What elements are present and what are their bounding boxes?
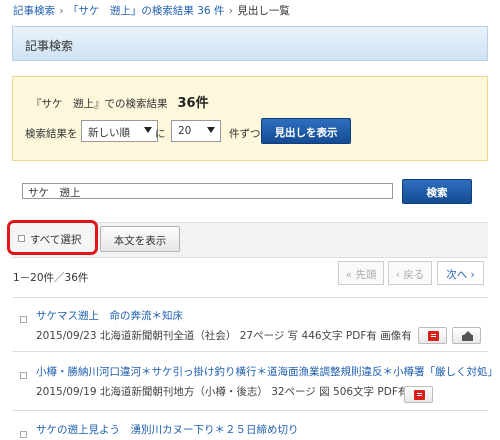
result-count: 36件 (177, 96, 209, 111)
select-all-checkbox[interactable] (18, 235, 25, 242)
divider (12, 297, 488, 298)
show-text-button[interactable]: 本文を表示 (100, 226, 180, 252)
result-range: 1－20件／36件 (13, 272, 89, 284)
article-checkbox[interactable] (20, 316, 27, 323)
pager-first-button[interactable]: « 先頭 (338, 261, 384, 285)
breadcrumb-separator: › (59, 5, 64, 17)
search-button[interactable]: 検索 (402, 179, 472, 204)
image-icon (462, 331, 473, 341)
result-summary-box: 『サケ 遡上』での検索結果 36件 検索結果を 新しい順 に 20 件ずつ 見出し… (12, 76, 488, 161)
breadcrumb: 記事検索 › 「サケ 遡上」の検索結果 36 件 › 見出し一覧 (13, 3, 290, 17)
pdf-icon (428, 331, 439, 341)
pdf-button[interactable] (418, 327, 447, 344)
query-label: 『サケ 遡上』での検索結果 (31, 98, 168, 110)
select-all-label: すべて選択 (30, 234, 82, 246)
article-title-link[interactable]: 小樽・勝納川河口違河＊サケ引っ掛け釣り横行＊道海面漁業調整規則違反＊小樽署「厳し… (36, 364, 498, 379)
article-meta: 2015/09/23 北海道新聞朝刊全道（社会） 27ページ 写 446文字 P… (36, 330, 412, 342)
pager-prev-button[interactable]: ‹ 戻る (388, 261, 432, 285)
image-button[interactable] (452, 327, 481, 344)
section-header: 記事検索 (12, 26, 488, 61)
sort-order-value: 新しい順 (88, 127, 130, 139)
divider (12, 351, 488, 352)
per-page-select[interactable]: 20 (171, 120, 221, 142)
sort-order-select[interactable]: 新しい順 (81, 120, 158, 142)
article-title-link[interactable]: サケマス遡上 命の奔流＊知床 (36, 308, 183, 323)
article-meta: 2015/09/19 北海道新聞朝刊地方（小樽・後志） 32ページ 図 506文… (36, 386, 409, 398)
pdf-button[interactable] (404, 386, 433, 403)
article-checkbox[interactable] (20, 431, 27, 438)
breadcrumb-home-link[interactable]: 記事検索 (13, 5, 55, 17)
pager-next-button[interactable]: 次へ › (437, 261, 484, 285)
divider (12, 410, 488, 411)
article-checkbox[interactable] (20, 372, 27, 379)
per-page-value: 20 (178, 125, 192, 137)
per-page-suffix: 件ずつ (229, 128, 261, 140)
breadcrumb-current: 見出し一覧 (237, 5, 290, 17)
select-all-button[interactable]: すべて選択 (7, 220, 98, 255)
search-input[interactable]: サケ 遡上 (22, 183, 393, 199)
pdf-icon (414, 390, 425, 400)
article-title-link[interactable]: サケの遡上見よう 湧別川カヌー下り＊２５日締め切り (36, 422, 299, 437)
breadcrumb-separator: › (228, 5, 233, 17)
ni-label: に (155, 128, 166, 140)
breadcrumb-results-link[interactable]: 「サケ 遡上」の検索結果 36 件 (68, 5, 225, 17)
order-label: 検索結果を (25, 128, 78, 140)
result-summary: 『サケ 遡上』での検索結果 36件 (31, 92, 209, 111)
show-headlines-button[interactable]: 見出しを表示 (261, 118, 351, 144)
page-title: 記事検索 (25, 39, 74, 53)
dropdown-arrow-icon (207, 127, 215, 133)
dropdown-arrow-icon (144, 127, 152, 133)
